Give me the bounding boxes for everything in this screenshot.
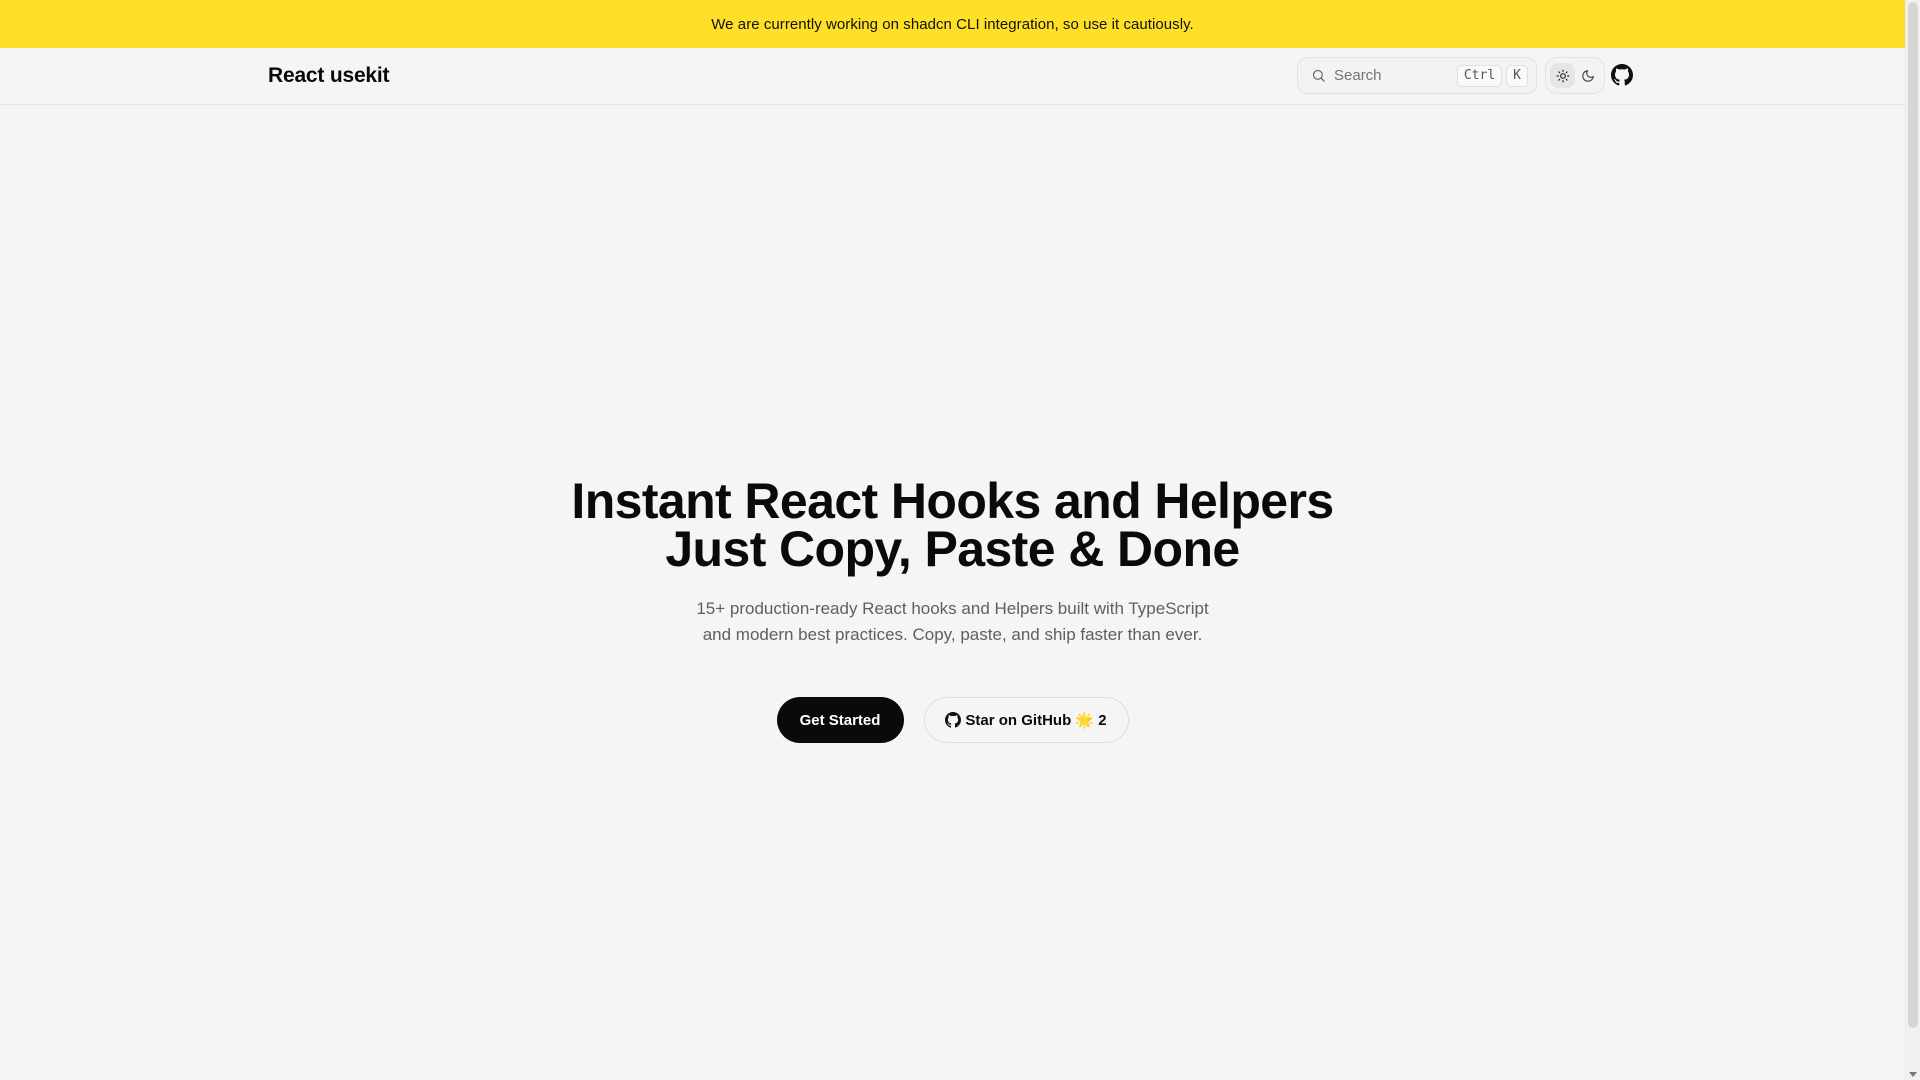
shortcut-key-ctrl: Ctrl [1456, 64, 1503, 87]
github-link[interactable] [1609, 62, 1635, 88]
hero-subtitle: 15+ production-ready React hooks and Hel… [0, 596, 1905, 648]
hero-section: Instant React Hooks and Helpers Just Cop… [0, 473, 1905, 743]
hero-title: Instant React Hooks and Helpers Just Cop… [0, 473, 1905, 577]
github-icon [1611, 64, 1633, 86]
sun-icon [1556, 69, 1570, 83]
theme-toggle [1545, 57, 1605, 94]
search-button[interactable]: Search Ctrl K [1297, 57, 1537, 94]
brand-logo-link[interactable]: React usekit [268, 64, 390, 88]
moon-icon [1581, 69, 1595, 83]
hero-title-line-1: Instant React Hooks and Helpers [571, 473, 1334, 529]
hero-subtitle-line-1: 15+ production-ready React hooks and Hel… [696, 599, 1209, 618]
shortcut-key-k: K [1506, 64, 1528, 87]
scroll-down-arrow-icon[interactable] [1909, 1072, 1917, 1077]
hero-title-line-2: Just Copy, Paste & Done [665, 521, 1240, 577]
scrollbar-thumb[interactable] [1908, 2, 1918, 1028]
light-theme-button[interactable] [1550, 63, 1575, 88]
hero-actions: Get Started Star on GitHub 🌟 2 [0, 697, 1905, 743]
search-icon [1310, 68, 1326, 84]
page: We are currently working on shadcn CLI i… [0, 0, 1905, 1080]
announcement-banner: We are currently working on shadcn CLI i… [0, 0, 1905, 48]
star-on-github-button[interactable]: Star on GitHub 🌟 2 [923, 697, 1129, 743]
site-header: React usekit Search Ctrl K [0, 48, 1905, 105]
announcement-text: We are currently working on shadcn CLI i… [711, 15, 1194, 33]
star-on-github-label: Star on GitHub 🌟 2 [965, 712, 1107, 729]
github-icon [945, 712, 962, 728]
vertical-scrollbar[interactable] [1905, 0, 1920, 1080]
hero-subtitle-line-2: and modern best practices. Copy, paste, … [702, 625, 1203, 644]
search-placeholder: Search [1334, 67, 1382, 84]
dark-theme-button[interactable] [1575, 63, 1600, 88]
get-started-button[interactable]: Get Started [776, 697, 904, 743]
